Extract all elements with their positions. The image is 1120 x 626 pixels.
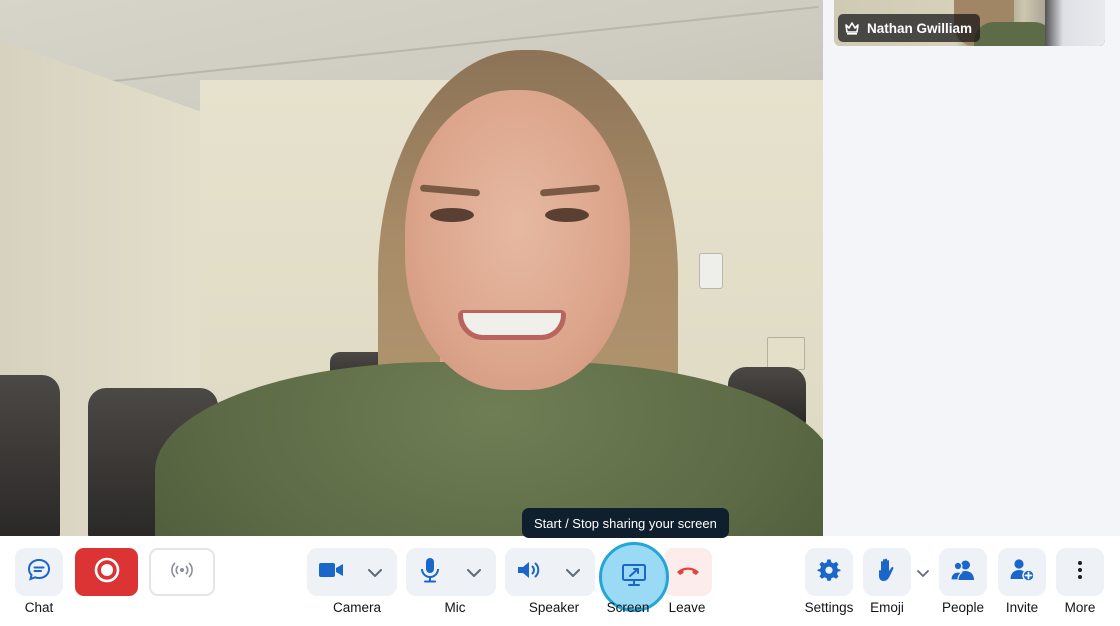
- video-call-window: Nathan Gwilliam Start / Stop sharing you…: [0, 0, 1120, 626]
- hang-up-icon: [675, 563, 701, 582]
- chat-label: Chat: [24, 600, 54, 615]
- more-label: More: [1064, 600, 1096, 615]
- speaker-icon: [516, 559, 542, 585]
- emoji-options-button[interactable]: [914, 548, 932, 596]
- speaker-label: Speaker: [528, 600, 580, 615]
- add-person-icon: [1009, 558, 1035, 586]
- raised-hand-icon: [875, 557, 899, 587]
- mic-control: [406, 548, 496, 596]
- mic-label: Mic: [444, 600, 466, 615]
- mic-options-button[interactable]: [454, 548, 494, 596]
- leave-label: Leave: [668, 600, 706, 615]
- settings-label: Settings: [804, 600, 854, 615]
- more-button[interactable]: [1056, 548, 1104, 596]
- people-button[interactable]: [939, 548, 987, 596]
- emoji-button[interactable]: [863, 548, 911, 596]
- microphone-icon: [419, 557, 441, 587]
- chat-button[interactable]: [15, 548, 63, 596]
- crown-icon: [844, 20, 860, 36]
- gear-icon: [817, 558, 841, 586]
- video-person-eye: [545, 208, 589, 222]
- participant-name: Nathan Gwilliam: [867, 20, 973, 36]
- video-person-smile: [458, 310, 566, 340]
- camera-control: [307, 548, 397, 596]
- chat-icon: [26, 557, 52, 587]
- record-icon: [94, 557, 120, 587]
- camera-label: Camera: [332, 600, 381, 615]
- thumbnail-window: [1045, 0, 1105, 46]
- screen-label: Screen: [606, 600, 650, 615]
- video-person-face: [405, 90, 630, 390]
- video-outlet: [767, 337, 805, 370]
- chevron-down-icon: [917, 563, 929, 582]
- invite-button[interactable]: [998, 548, 1046, 596]
- screen-share-icon: [621, 563, 647, 591]
- camera-options-button[interactable]: [355, 548, 395, 596]
- participant-name-tag: Nathan Gwilliam: [838, 14, 981, 42]
- vertical-dots-icon: [1077, 560, 1083, 584]
- main-video-feed[interactable]: [0, 0, 823, 536]
- chevron-down-icon: [566, 563, 580, 582]
- leave-button[interactable]: [664, 548, 712, 596]
- mic-toggle-button[interactable]: [406, 548, 454, 596]
- video-camera-icon: [318, 560, 344, 584]
- call-toolbar: Chat Camera Mic Speaker Screen Leave Set…: [0, 536, 1120, 626]
- people-icon: [950, 559, 976, 585]
- video-person-eye: [430, 208, 474, 222]
- participants-side-panel: [823, 0, 1120, 536]
- speaker-options-button[interactable]: [553, 548, 593, 596]
- chevron-down-icon: [467, 563, 481, 582]
- broadcast-icon: [170, 561, 194, 583]
- screen-share-tooltip: Start / Stop sharing your screen: [522, 508, 729, 538]
- invite-label: Invite: [1005, 600, 1039, 615]
- broadcast-button[interactable]: [149, 548, 215, 596]
- video-thermostat: [699, 253, 723, 289]
- settings-button[interactable]: [805, 548, 853, 596]
- people-label: People: [941, 600, 985, 615]
- record-button[interactable]: [75, 548, 138, 596]
- video-chair: [0, 375, 60, 536]
- emoji-label: Emoji: [870, 600, 904, 615]
- chevron-down-icon: [368, 563, 382, 582]
- speaker-toggle-button[interactable]: [505, 548, 553, 596]
- speaker-control: [505, 548, 595, 596]
- camera-toggle-button[interactable]: [307, 548, 355, 596]
- thumbnail-person-shirt: [974, 22, 1054, 46]
